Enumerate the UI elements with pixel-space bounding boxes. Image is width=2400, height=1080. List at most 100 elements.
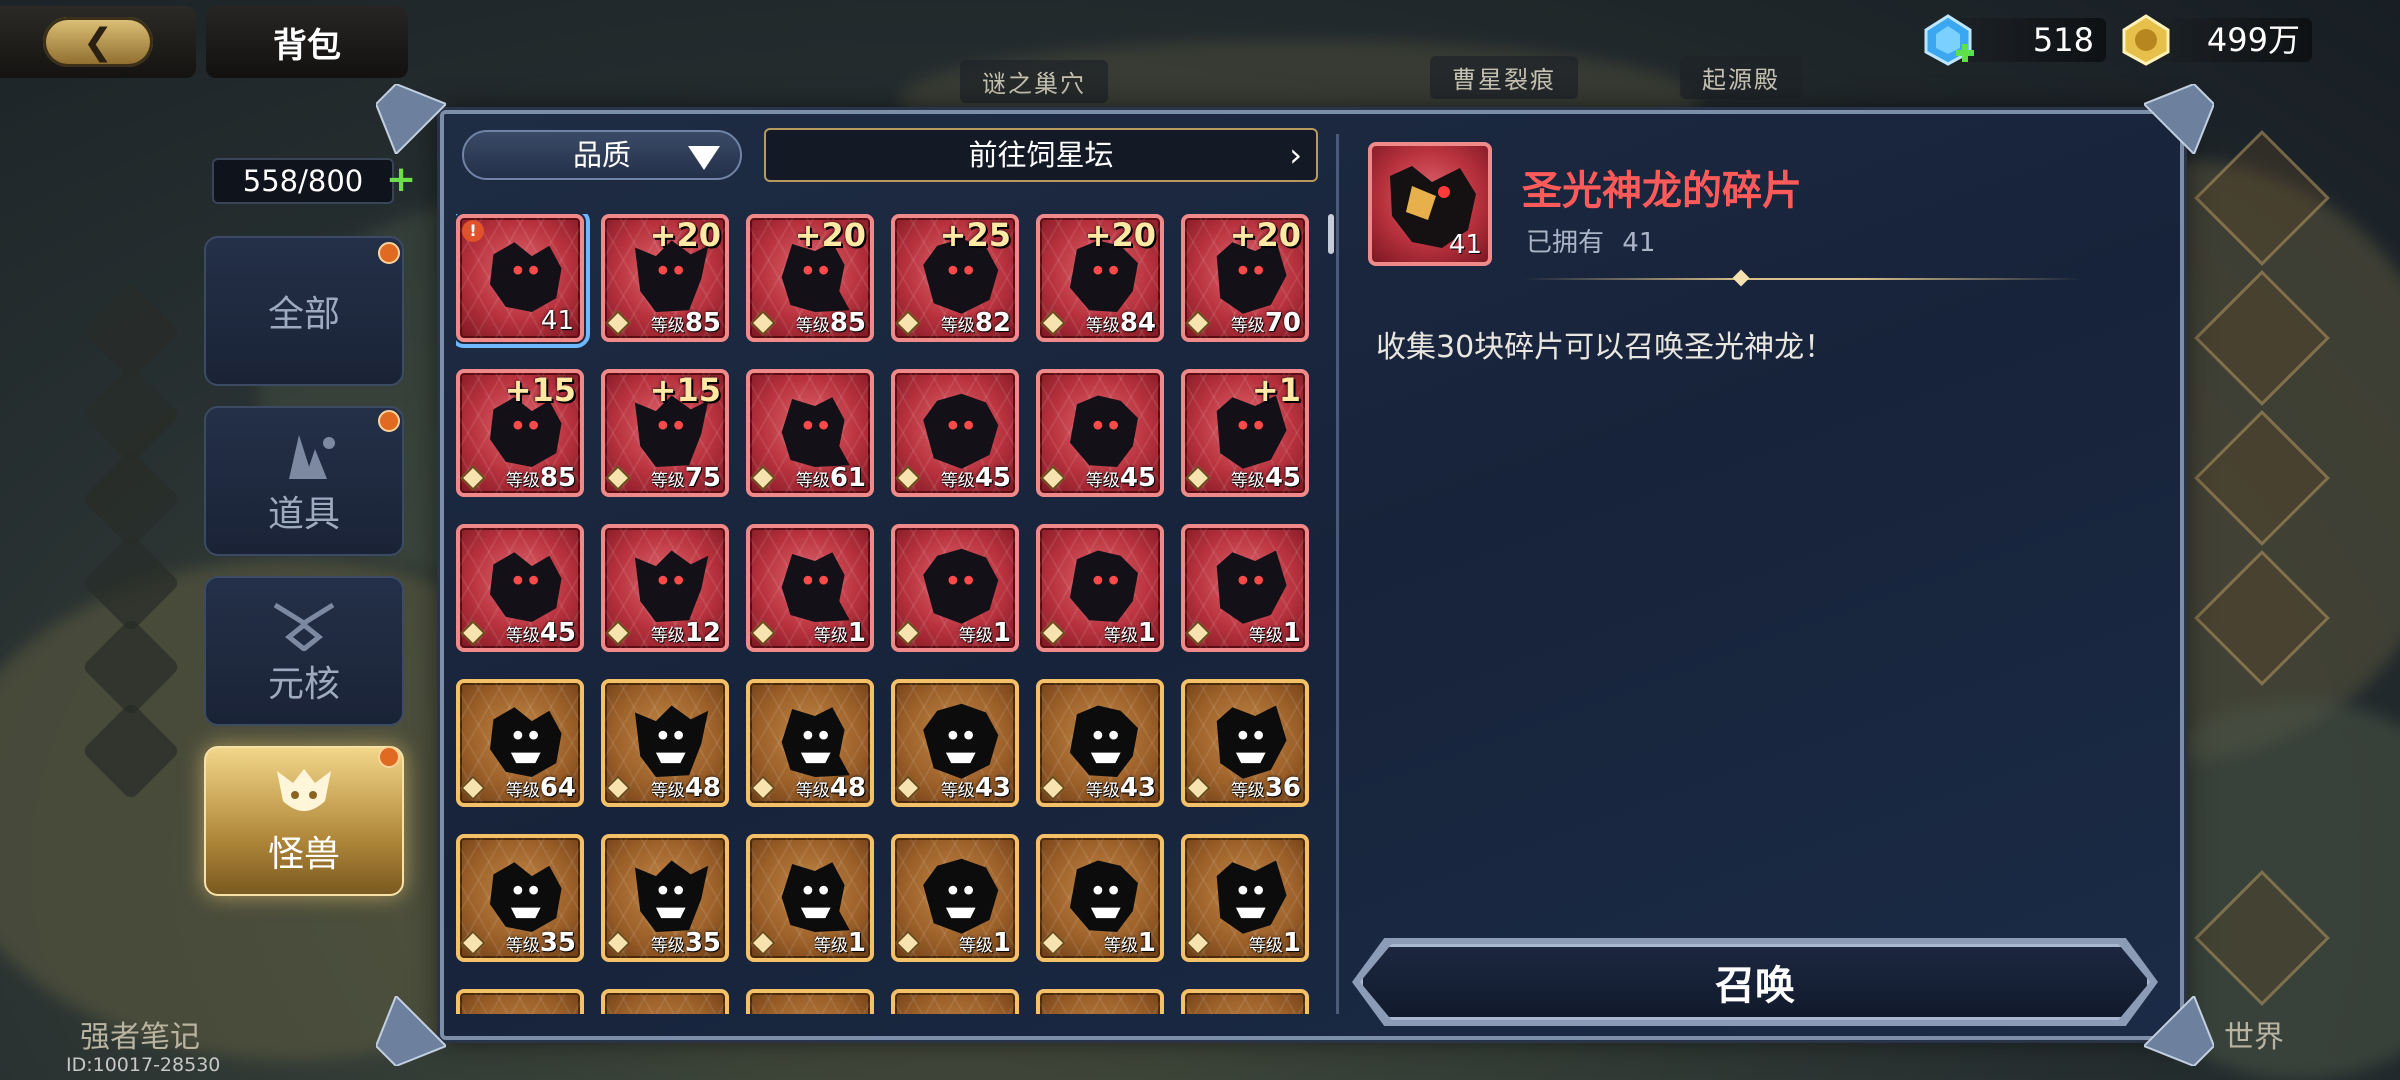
monster-level: 等级85 <box>505 463 576 493</box>
monster-portrait-icon <box>764 1005 864 1014</box>
items-icon <box>269 425 339 481</box>
expand-capacity-icon[interactable]: + <box>386 162 416 198</box>
alert-icon: ! <box>462 220 484 242</box>
owned-label: 已拥有 <box>1526 228 1605 258</box>
enhance-level: +15 <box>504 371 576 409</box>
core-icon <box>269 595 339 651</box>
item-description: 收集30块碎片可以召唤圣光神龙！ <box>1376 330 1835 365</box>
tab-monster[interactable]: 怪兽 <box>204 746 404 896</box>
tab-items[interactable]: 道具 <box>204 406 404 556</box>
monster-slot[interactable] <box>891 989 1019 1014</box>
monster-slot[interactable]: +20 等级85 <box>601 214 729 342</box>
monster-slot[interactable]: +15 等级75 <box>601 369 729 497</box>
selected-item-icon: 41 <box>1368 142 1492 266</box>
monster-slot[interactable]: 等级35 <box>456 834 584 962</box>
monster-slot[interactable]: 等级1 <box>1181 524 1309 652</box>
monster-level: 等级45 <box>1230 463 1301 493</box>
monster-slot[interactable]: +1 等级45 <box>1181 369 1309 497</box>
monster-level: 等级85 <box>795 308 866 338</box>
monster-slot[interactable]: 等级45 <box>891 369 1019 497</box>
monster-slot[interactable]: 等级43 <box>1036 679 1164 807</box>
item-name: 圣光神龙的碎片 <box>1522 168 1802 214</box>
monster-slot[interactable]: 等级1 <box>1036 524 1164 652</box>
monster-slot[interactable] <box>746 989 874 1014</box>
monster-portrait-icon <box>474 1005 574 1014</box>
goto-label: 前往饲星坛 <box>968 138 1114 172</box>
panel-corner-ornament <box>2144 996 2214 1066</box>
tab-label: 道具 <box>267 494 340 535</box>
monster-level: 等级35 <box>505 928 576 958</box>
monster-slot[interactable]: 等级61 <box>746 369 874 497</box>
fragment-count: 41 <box>540 306 574 336</box>
tab-core[interactable]: 元核 <box>204 576 404 726</box>
quality-filter-dropdown[interactable]: 品质 <box>462 130 742 180</box>
diamond-currency[interactable]: 518 <box>1920 14 2106 66</box>
monster-slot[interactable]: 等级35 <box>601 834 729 962</box>
selected-item-count: 41 <box>1448 230 1482 260</box>
monster-level: 等级1 <box>813 618 866 648</box>
monster-portrait-icon <box>1054 1005 1154 1014</box>
monster-level: 等级43 <box>940 773 1011 803</box>
monster-slot[interactable] <box>1181 989 1309 1014</box>
monster-slot[interactable]: +20 等级85 <box>746 214 874 342</box>
monster-level: 等级36 <box>1230 773 1301 803</box>
monster-slot[interactable]: 等级48 <box>746 679 874 807</box>
monster-slot[interactable]: 等级12 <box>601 524 729 652</box>
monster-slot[interactable]: 等级1 <box>1036 834 1164 962</box>
enhance-level: +25 <box>939 216 1011 254</box>
monster-slot[interactable]: 等级1 <box>891 524 1019 652</box>
tab-all[interactable]: 全部 <box>204 236 404 386</box>
monster-slot[interactable]: 等级43 <box>891 679 1019 807</box>
monster-slot[interactable]: 等级45 <box>1036 369 1164 497</box>
monster-slot[interactable]: 等级1 <box>746 834 874 962</box>
monster-slot[interactable] <box>456 989 584 1014</box>
monster-level: 等级35 <box>650 928 721 958</box>
monster-slot[interactable]: 等级36 <box>1181 679 1309 807</box>
summon-button[interactable]: 召唤 <box>1360 944 2150 1020</box>
monster-level: 等级61 <box>795 463 866 493</box>
grid-scrollbar[interactable] <box>1328 214 1334 254</box>
enhance-level: +20 <box>1084 216 1156 254</box>
strong-notes-label: 强者笔记 <box>80 1020 200 1055</box>
enhance-level: +20 <box>649 216 721 254</box>
monster-slot[interactable]: 等级64 <box>456 679 584 807</box>
monster-slot[interactable]: 等级1 <box>746 524 874 652</box>
panel-corner-ornament <box>376 84 446 154</box>
monster-level: 等级1 <box>1103 928 1156 958</box>
monster-slot[interactable]: +25 等级82 <box>891 214 1019 342</box>
enhance-level: +15 <box>649 371 721 409</box>
page-title: 背包 <box>206 6 408 78</box>
diamond-icon <box>1920 12 1976 68</box>
panel-corner-ornament <box>376 996 446 1066</box>
owned-value: 41 <box>1622 228 1656 258</box>
monster-level: 等级1 <box>958 928 1011 958</box>
monster-level: 等级64 <box>505 773 576 803</box>
monster-slot[interactable]: +20 等级84 <box>1036 214 1164 342</box>
monster-level: 等级84 <box>1085 308 1156 338</box>
monster-slot[interactable] <box>601 989 729 1014</box>
back-arrow-icon: ❮ <box>43 17 153 67</box>
monster-slot[interactable]: ! 41 <box>456 214 590 348</box>
monster-slot[interactable] <box>1036 989 1164 1014</box>
monster-level: 等级45 <box>940 463 1011 493</box>
map-label: 起源殿 <box>1680 56 1802 99</box>
monster-level: 等级1 <box>958 618 1011 648</box>
monster-slot[interactable]: 等级1 <box>891 834 1019 962</box>
monster-slot[interactable]: 等级1 <box>1181 834 1309 962</box>
monster-level: 等级1 <box>1248 618 1301 648</box>
goto-star-altar-button[interactable]: 前往饲星坛 › <box>764 128 1318 182</box>
monster-level: 等级1 <box>813 928 866 958</box>
monster-slot[interactable]: 等级45 <box>456 524 584 652</box>
panel-corner-ornament <box>2144 84 2214 154</box>
back-button[interactable]: ❮ <box>0 6 196 78</box>
enhance-level: +20 <box>794 216 866 254</box>
monster-level: 等级1 <box>1248 928 1301 958</box>
map-label: 曹星裂痕 <box>1430 56 1578 99</box>
monster-slot[interactable]: +20 等级70 <box>1181 214 1309 342</box>
monster-slot[interactable]: +15 等级85 <box>456 369 584 497</box>
monster-level: 等级82 <box>940 308 1011 338</box>
monster-slot[interactable]: 等级48 <box>601 679 729 807</box>
monster-portrait-icon <box>960 1013 963 1014</box>
monster-level: 等级48 <box>650 773 721 803</box>
monster-icon <box>269 765 339 821</box>
